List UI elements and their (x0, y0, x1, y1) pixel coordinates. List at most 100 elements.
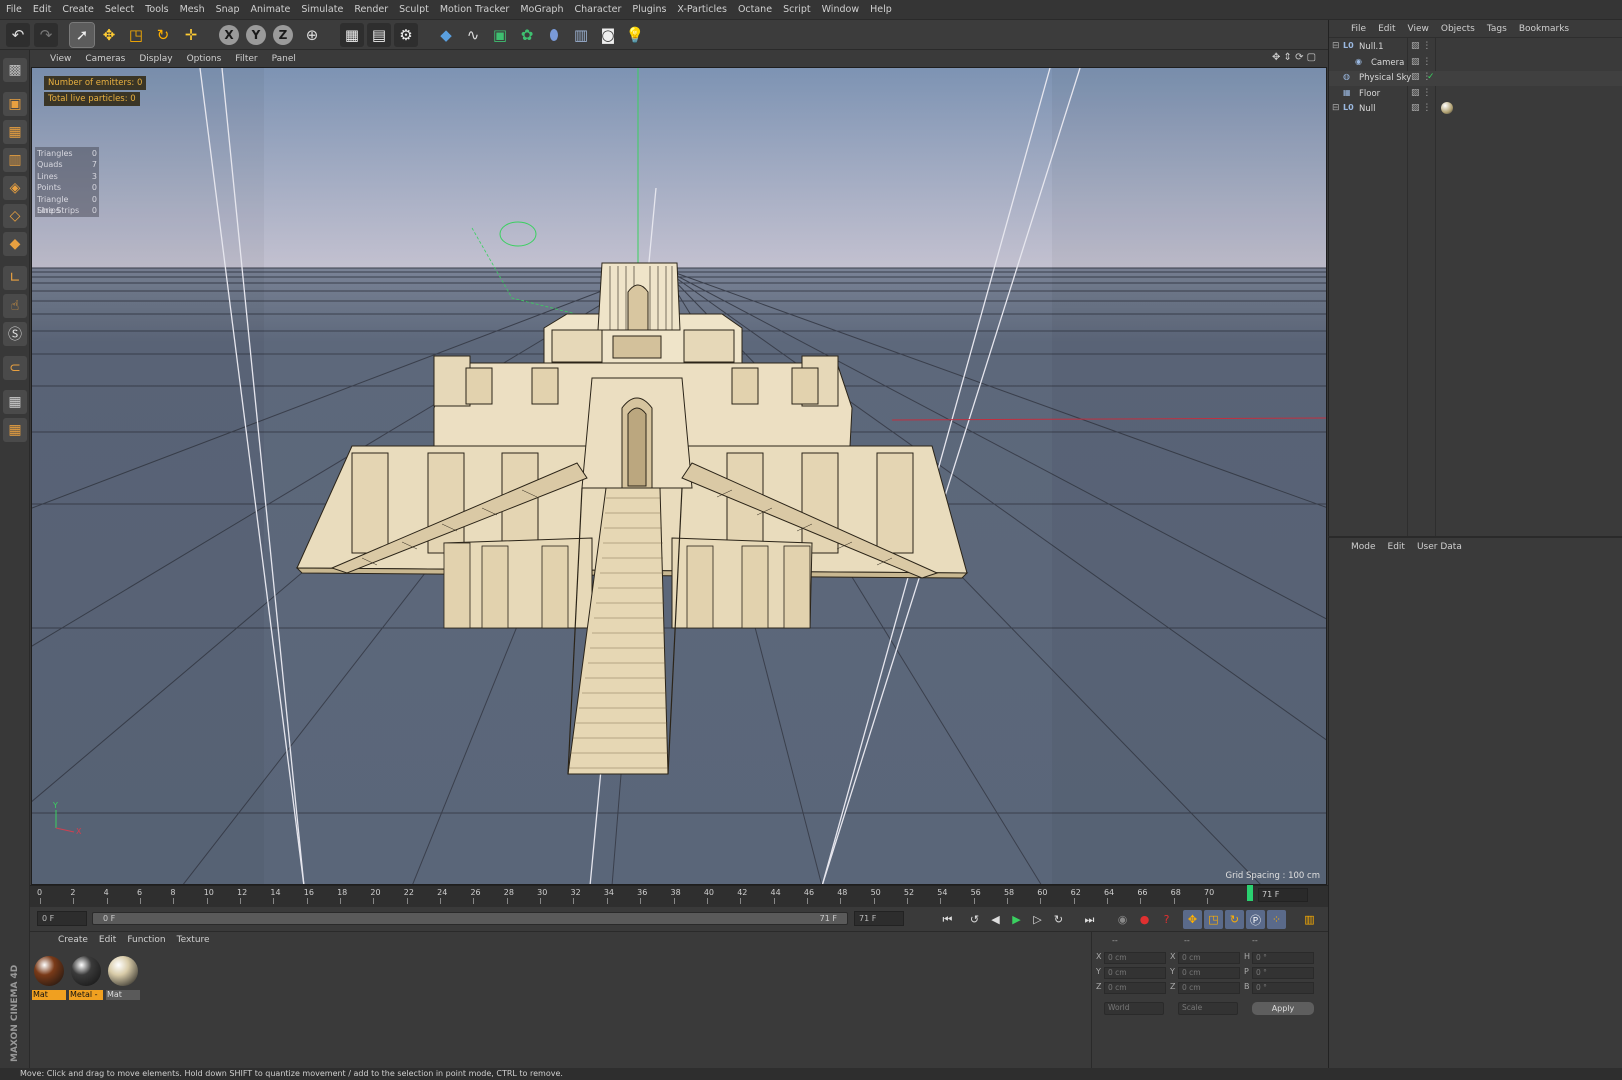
object-name[interactable]: Null.1 (1359, 42, 1384, 52)
coordinate-system-icon[interactable]: ⊕ (300, 23, 324, 47)
object-menu-objects[interactable]: Objects (1441, 24, 1475, 34)
key-scale-icon[interactable]: ◳ (1204, 910, 1223, 929)
render-settings-icon[interactable]: ⚙ (394, 23, 418, 47)
menu-sculpt[interactable]: Sculpt (399, 4, 429, 15)
menu-x-particles[interactable]: X-Particles (677, 4, 727, 15)
rotation-field[interactable]: 0 ° (1252, 982, 1314, 994)
attribute-menu-edit[interactable]: Edit (1388, 542, 1405, 552)
quantize-icon[interactable]: ▦ (3, 418, 27, 442)
workplane-icon[interactable]: ▥ (3, 148, 27, 172)
object-row[interactable]: ◉ Camera ▨ ⋮ (1329, 56, 1622, 71)
texture-mode-icon[interactable]: ▦ (3, 120, 27, 144)
material-swatch[interactable]: Metal - (69, 954, 103, 1000)
camera-icon[interactable]: ◙ (596, 23, 620, 47)
frame-range-slider[interactable]: 0 F 71 F (92, 912, 848, 925)
menu-octane[interactable]: Octane (738, 4, 772, 15)
deformer-icon[interactable]: ⬮ (542, 23, 566, 47)
key-rotation-icon[interactable]: ↻ (1225, 910, 1244, 929)
timeline-window-icon[interactable]: ▥ (1300, 910, 1319, 929)
previous-key-icon[interactable]: ↺ (965, 910, 984, 929)
menu-animate[interactable]: Animate (251, 4, 291, 15)
viewport-menu-display[interactable]: Display (139, 54, 172, 64)
position-field[interactable]: 0 cm (1104, 967, 1166, 979)
enabled-check-icon[interactable]: ✓ (1427, 72, 1435, 82)
workplane-lock-icon[interactable]: ▦ (3, 390, 27, 414)
z-axis-lock-icon[interactable]: Z (273, 25, 293, 45)
menu-create[interactable]: Create (62, 4, 94, 15)
snap-icon[interactable]: ⊂ (3, 356, 27, 380)
go-to-start-icon[interactable]: ⏮ (938, 910, 957, 929)
cloner-icon[interactable]: ✿ (515, 23, 539, 47)
object-name[interactable]: Null (1359, 104, 1375, 114)
menu-script[interactable]: Script (783, 4, 811, 15)
axis-mode-icon[interactable]: ∟ (3, 266, 27, 290)
menu-edit[interactable]: Edit (33, 4, 51, 15)
select-tool-icon[interactable]: ➚ (69, 22, 95, 48)
object-menu-tags[interactable]: Tags (1487, 24, 1507, 34)
render-picture-viewer-icon[interactable]: ▤ (367, 23, 391, 47)
end-frame-field[interactable]: 71 F (854, 911, 904, 926)
points-mode-icon[interactable]: ◈ (3, 176, 27, 200)
material-menu-texture[interactable]: Texture (177, 935, 210, 945)
material-swatch[interactable]: Mat (32, 954, 66, 1000)
object-row[interactable]: ▦ Floor ▨ ⋮ (1329, 87, 1622, 102)
size-mode-dropdown[interactable]: Scale (1178, 1002, 1238, 1015)
menu-render[interactable]: Render (354, 4, 388, 15)
solo-mode-icon[interactable]: Ⓢ (3, 322, 27, 346)
next-key-icon[interactable]: ▷ (1028, 910, 1047, 929)
viewport-menu-cameras[interactable]: Cameras (85, 54, 125, 64)
rotate-tool-icon[interactable]: ↻ (151, 23, 175, 47)
keyframe-help-icon[interactable]: ? (1157, 910, 1176, 929)
scale-tool-icon[interactable]: ◳ (124, 23, 148, 47)
size-field[interactable]: 0 cm (1178, 967, 1240, 979)
live-select-icon[interactable]: ✛ (179, 23, 203, 47)
viewport-menu-view[interactable]: View (50, 54, 71, 64)
tweak-mode-icon[interactable]: ☝ (3, 294, 27, 318)
menu-mesh[interactable]: Mesh (180, 4, 205, 15)
viewport-menu-options[interactable]: Options (187, 54, 222, 64)
size-field[interactable]: 0 cm (1178, 982, 1240, 994)
attribute-menu-user-data[interactable]: User Data (1417, 542, 1462, 552)
object-row[interactable]: ◍ Physical Sky ▨ ⋮ ✓ (1329, 71, 1622, 86)
x-axis-lock-icon[interactable]: X (219, 25, 239, 45)
key-parameter-icon[interactable]: Ⓟ (1246, 910, 1265, 929)
menu-tools[interactable]: Tools (145, 4, 168, 15)
visibility-toggle-icon[interactable]: ▨ ⋮ (1411, 88, 1431, 98)
menu-window[interactable]: Window (822, 4, 859, 15)
material-menu-function[interactable]: Function (127, 935, 165, 945)
object-menu-view[interactable]: View (1408, 24, 1429, 34)
attribute-menu-mode[interactable]: Mode (1351, 542, 1376, 552)
auto-key-icon[interactable]: ● (1135, 910, 1154, 929)
loop-icon[interactable]: ↻ (1049, 910, 1068, 929)
object-menu-edit[interactable]: Edit (1378, 24, 1395, 34)
object-menu-bookmarks[interactable]: Bookmarks (1519, 24, 1569, 34)
viewport-menu-panel[interactable]: Panel (272, 54, 296, 64)
expand-icon[interactable]: ⊟ (1332, 103, 1340, 113)
y-axis-lock-icon[interactable]: Y (246, 25, 266, 45)
coordinate-mode-dropdown[interactable]: World (1104, 1002, 1164, 1015)
menu-file[interactable]: File (6, 4, 22, 15)
cube-primitive-icon[interactable]: ◆ (434, 23, 458, 47)
floor-scene-icon[interactable]: ▥ (569, 23, 593, 47)
position-field[interactable]: 0 cm (1104, 982, 1166, 994)
size-field[interactable]: 0 cm (1178, 952, 1240, 964)
menu-mograph[interactable]: MoGraph (520, 4, 563, 15)
visibility-toggle-icon[interactable]: ▨ ⋮ (1411, 57, 1431, 67)
go-to-end-icon[interactable]: ⏭ (1080, 910, 1099, 929)
viewport-menu-filter[interactable]: Filter (235, 54, 257, 64)
menu-motion-tracker[interactable]: Motion Tracker (440, 4, 510, 15)
menu-help[interactable]: Help (870, 4, 892, 15)
timeline-ruler[interactable]: 0 2 4 6 8 10 12 14 16 18 20 22 24 26 28 30 32 34 36 38 40 42 4… (30, 885, 1328, 907)
current-frame-field[interactable]: 71 F (1258, 888, 1308, 902)
timeline-playhead[interactable] (1247, 885, 1253, 901)
material-menu-edit[interactable]: Edit (99, 935, 116, 945)
key-pla-icon[interactable]: ⁘ (1267, 910, 1286, 929)
model-mode-icon[interactable]: ▣ (3, 92, 27, 116)
undo-icon[interactable]: ↶ (6, 23, 30, 47)
key-position-icon[interactable]: ✥ (1183, 910, 1202, 929)
object-name[interactable]: Floor (1359, 89, 1380, 99)
play-forward-icon[interactable]: ▶ (1007, 910, 1026, 929)
position-field[interactable]: 0 cm (1104, 952, 1166, 964)
object-name[interactable]: Camera (1371, 58, 1404, 68)
menu-character[interactable]: Character (574, 4, 621, 15)
